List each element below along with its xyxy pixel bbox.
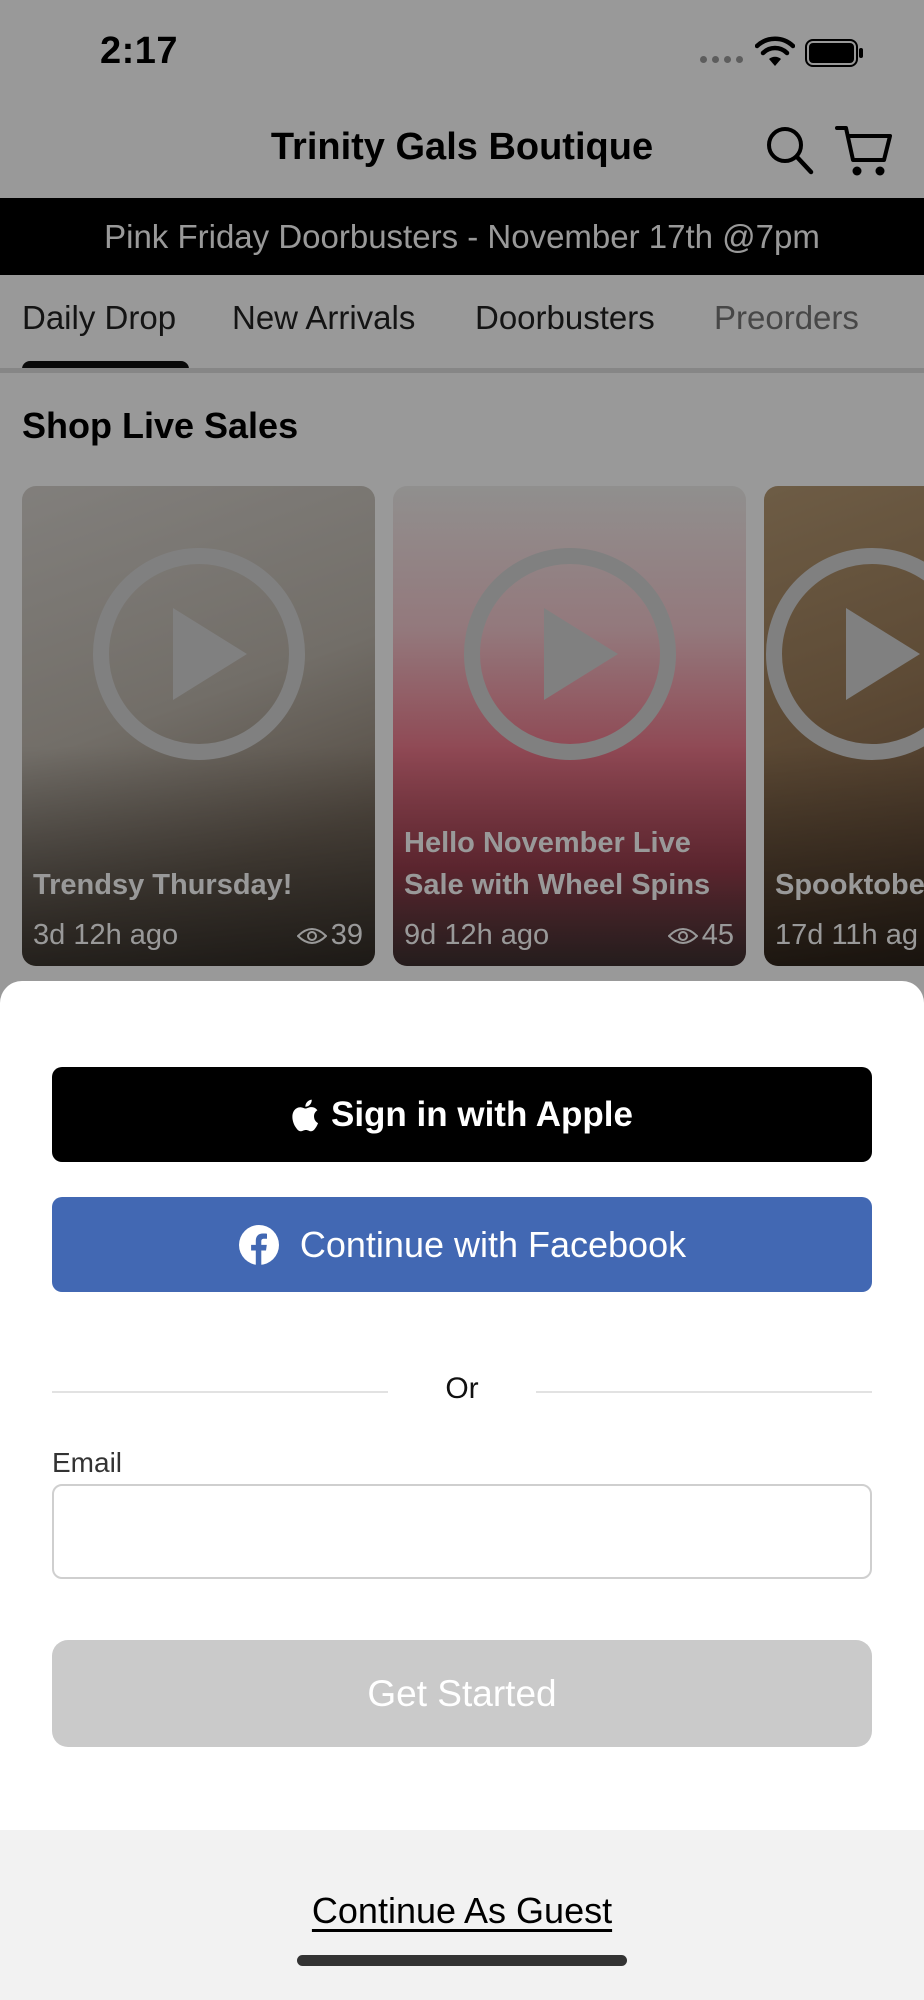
facebook-button-label: Continue with Facebook bbox=[299, 1223, 687, 1265]
continue-with-facebook-button[interactable]: Continue with Facebook bbox=[52, 1197, 872, 1292]
home-indicator[interactable] bbox=[297, 1955, 627, 1966]
apple-icon bbox=[292, 1099, 319, 1131]
guest-footer: Continue As Guest bbox=[0, 1830, 924, 2000]
or-divider: Or bbox=[52, 1371, 872, 1411]
email-label: Email bbox=[52, 1447, 123, 1478]
screen: 2:17 Trinity Gals Boutique Pink Friday D… bbox=[0, 0, 924, 2000]
email-field[interactable] bbox=[52, 1484, 872, 1579]
sign-in-with-apple-button[interactable]: Sign in with Apple bbox=[52, 1067, 872, 1162]
or-label: Or bbox=[445, 1372, 479, 1405]
apple-button-label: Sign in with Apple bbox=[330, 1094, 633, 1134]
continue-as-guest-link[interactable]: Continue As Guest bbox=[0, 1890, 924, 1932]
facebook-icon bbox=[238, 1224, 279, 1265]
sign-in-sheet: Sign in with Apple Continue with Faceboo… bbox=[0, 981, 924, 2000]
get-started-button[interactable]: Get Started bbox=[52, 1640, 872, 1747]
